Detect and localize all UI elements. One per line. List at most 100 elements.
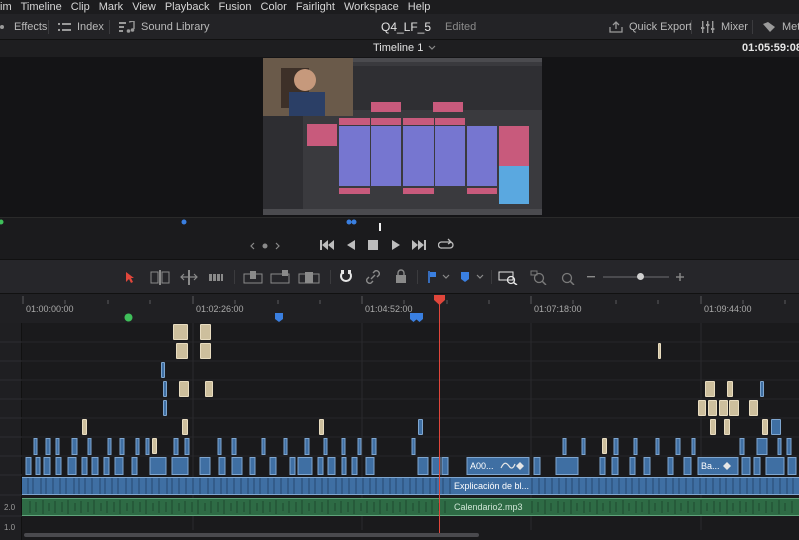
menu-item[interactable]: Workspace xyxy=(344,1,399,13)
menu-item[interactable]: Mark xyxy=(99,1,123,13)
horizontal-scrollbar[interactable] xyxy=(24,533,479,537)
title-clip[interactable] xyxy=(82,419,87,435)
viewer-scrubber[interactable] xyxy=(0,217,799,231)
insert-clip-icon[interactable] xyxy=(243,270,263,285)
music-note-icon xyxy=(119,21,135,33)
edit-tools-bar xyxy=(0,259,799,294)
title-clip[interactable] xyxy=(719,400,728,416)
blue-marker-icon[interactable] xyxy=(410,313,424,322)
link-icon[interactable] xyxy=(366,270,380,285)
video-clip[interactable] xyxy=(161,362,165,378)
title-clip[interactable] xyxy=(182,419,188,435)
title-clip[interactable] xyxy=(173,324,188,340)
project-title: Q4_LF_5 Edited xyxy=(381,14,476,40)
video-clip[interactable] xyxy=(760,381,764,397)
play-reverse-icon[interactable] xyxy=(346,239,356,251)
marker-icon[interactable] xyxy=(460,271,470,283)
blue-marker-icon[interactable] xyxy=(275,313,283,322)
title-clip[interactable] xyxy=(708,400,717,416)
sound-library-button[interactable]: Sound Library xyxy=(119,14,210,40)
title-clip[interactable] xyxy=(729,400,739,416)
title-clip[interactable] xyxy=(200,324,211,340)
title-clip[interactable] xyxy=(319,419,324,435)
overwrite-clip-icon[interactable] xyxy=(270,270,290,285)
detail-zoom-icon[interactable] xyxy=(530,270,548,285)
title-clip[interactable] xyxy=(705,381,715,397)
chevron-down-icon[interactable] xyxy=(476,274,484,280)
title-clip[interactable] xyxy=(749,400,758,416)
menu-item[interactable]: Playback xyxy=(165,1,210,13)
audio-track-level: 1.0 xyxy=(4,523,16,532)
chevron-down-icon[interactable] xyxy=(428,45,436,51)
go-to-start-icon[interactable] xyxy=(320,239,334,251)
metadata-button[interactable]: Met xyxy=(762,14,799,40)
menu-item[interactable]: Color xyxy=(261,1,287,13)
index-button[interactable]: Index xyxy=(58,14,104,40)
audio-track-clip[interactable]: Calendario2.mp3 xyxy=(22,498,799,516)
play-icon[interactable] xyxy=(391,239,401,251)
zoom-out-icon[interactable] xyxy=(587,276,595,278)
lock-icon[interactable] xyxy=(395,269,407,284)
track-header-column: 2.0 1.0 xyxy=(0,323,22,540)
title-clip[interactable] xyxy=(762,419,768,435)
menu-item[interactable]: View xyxy=(132,1,156,13)
replace-clip-icon[interactable] xyxy=(298,270,320,285)
viewer-header: Timeline 1 01:05:59:08 xyxy=(0,40,799,57)
selection-arrow-icon[interactable] xyxy=(125,271,135,284)
title-clip[interactable] xyxy=(205,381,213,397)
video-preview xyxy=(263,58,542,215)
quick-export-button[interactable]: Quick Export xyxy=(609,14,692,40)
ruler-timecode: 01:02:26:00 xyxy=(196,304,244,314)
zoom-slider-handle[interactable] xyxy=(637,273,644,280)
trim-edit-icon[interactable] xyxy=(150,270,170,285)
toolbar-divider xyxy=(234,270,235,284)
main-video-clip-label: Explicación de bl... xyxy=(454,481,530,491)
playhead-line[interactable] xyxy=(439,298,440,533)
title-clip[interactable] xyxy=(658,343,661,359)
video-clip[interactable] xyxy=(163,400,167,416)
top-toolbar: Effects Index Sound Library Q4_LF_5 Edit… xyxy=(0,14,799,40)
menu-item[interactable]: Fusion xyxy=(218,1,251,13)
video-clip[interactable] xyxy=(771,419,781,435)
custom-zoom-icon[interactable] xyxy=(558,270,576,285)
stop-icon[interactable] xyxy=(368,240,378,250)
mixer-button[interactable]: Mixer xyxy=(701,14,748,40)
snapping-icon[interactable] xyxy=(339,270,353,285)
zoom-slider[interactable] xyxy=(603,276,669,278)
dynamic-trim-icon[interactable] xyxy=(179,270,199,285)
clip-edit-lines xyxy=(27,478,794,494)
timeline-name[interactable]: Timeline 1 xyxy=(373,42,423,54)
menu-item[interactable]: im xyxy=(0,1,12,13)
zoom-in-icon[interactable] xyxy=(676,273,684,281)
timeline-tracks: A00... Ba... Explicación de bl... Calend… xyxy=(22,323,799,540)
video-clip[interactable] xyxy=(163,381,167,397)
toolbar-divider xyxy=(417,270,418,284)
menu-item[interactable]: Help xyxy=(408,1,431,13)
ruler-timecode: 01:09:44:00 xyxy=(704,304,752,314)
full-extent-zoom-icon[interactable] xyxy=(498,270,518,285)
title-clip[interactable] xyxy=(724,419,730,435)
video-clip[interactable] xyxy=(418,419,423,435)
title-clip[interactable] xyxy=(710,419,716,435)
chevron-down-icon[interactable] xyxy=(442,274,450,280)
playhead-handle-icon[interactable] xyxy=(434,295,445,305)
jog-control-icon[interactable] xyxy=(250,241,280,251)
loop-icon[interactable] xyxy=(438,238,454,251)
effects-button[interactable]: Effects xyxy=(0,14,47,40)
title-clip[interactable] xyxy=(179,381,189,397)
toolbar-divider xyxy=(491,270,492,284)
title-clip[interactable] xyxy=(698,400,706,416)
title-clip[interactable] xyxy=(727,381,733,397)
title-clip[interactable] xyxy=(176,343,188,359)
go-to-end-icon[interactable] xyxy=(412,239,426,251)
menu-item[interactable]: Clip xyxy=(71,1,90,13)
title-clip[interactable] xyxy=(200,343,211,359)
ruler-timecode: 01:00:00:00 xyxy=(26,304,74,314)
green-marker-icon[interactable] xyxy=(124,313,133,322)
flag-icon[interactable] xyxy=(428,271,437,283)
menu-item[interactable]: Timeline xyxy=(21,1,62,13)
main-video-track[interactable]: Explicación de bl... xyxy=(22,477,799,495)
toolbar-divider xyxy=(48,20,49,34)
blade-edit-icon[interactable] xyxy=(208,271,224,284)
menu-item[interactable]: Fairlight xyxy=(296,1,335,13)
